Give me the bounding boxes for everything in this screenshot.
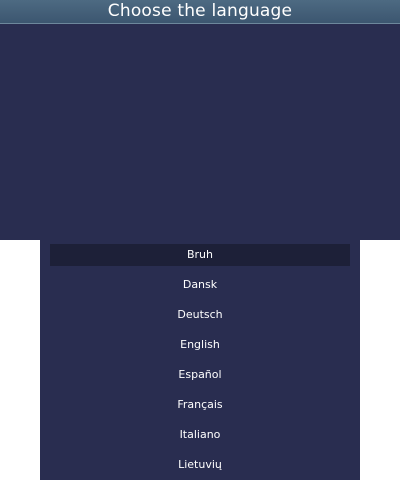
page-title: Choose the language xyxy=(0,0,400,24)
language-item-dansk[interactable]: Dansk xyxy=(50,274,350,296)
language-item-english[interactable]: English xyxy=(50,334,350,356)
language-item-espanol[interactable]: Español xyxy=(50,364,350,386)
top-screen: Choose the language xyxy=(0,0,400,240)
language-item-lietuviu[interactable]: Lietuvių xyxy=(50,454,350,476)
language-item-francais[interactable]: Français xyxy=(50,394,350,416)
language-item-bruh[interactable]: Bruh xyxy=(50,244,350,266)
language-item-italiano[interactable]: Italiano xyxy=(50,424,350,446)
bottom-screen: Bruh Dansk Deutsch English Español Franç… xyxy=(40,240,360,480)
language-item-deutsch[interactable]: Deutsch xyxy=(50,304,350,326)
language-list: Bruh Dansk Deutsch English Español Franç… xyxy=(50,244,350,480)
